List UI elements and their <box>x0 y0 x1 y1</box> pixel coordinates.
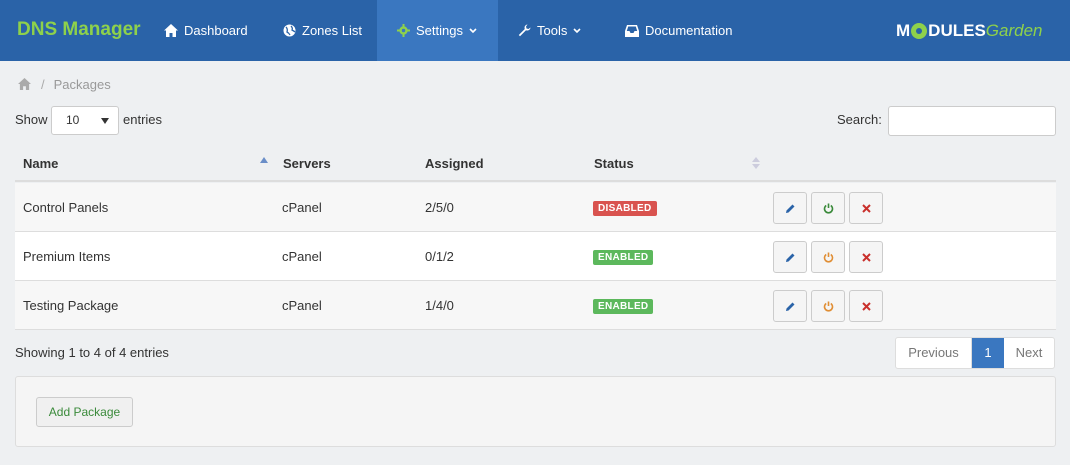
nav-zones-list-label: Zones List <box>302 23 362 38</box>
column-header-assigned[interactable]: Assigned <box>425 156 484 171</box>
actions-panel: Add Package <box>15 376 1056 447</box>
top-navbar: DNS Manager Dashboard Zones List Setting… <box>0 0 1070 61</box>
nav-settings-label: Settings <box>416 23 463 38</box>
breadcrumb-current: Packages <box>53 76 111 92</box>
nav-documentation-label: Documentation <box>645 23 733 38</box>
pagination-previous[interactable]: Previous <box>896 338 972 368</box>
status-badge: ENABLED <box>593 299 654 314</box>
nav-documentation[interactable]: Documentation <box>625 0 732 61</box>
nav-settings[interactable]: Settings <box>377 0 498 61</box>
entries-label: entries <box>123 112 163 127</box>
package-servers: cPanel <box>282 249 322 264</box>
package-servers: cPanel <box>282 298 322 313</box>
delete-button[interactable] <box>849 290 883 322</box>
disable-button[interactable] <box>811 241 845 273</box>
table-header: Name Servers Assigned Status <box>15 145 1056 182</box>
home-icon[interactable] <box>18 78 31 90</box>
home-icon <box>164 24 178 37</box>
column-header-name[interactable]: Name <box>23 156 58 171</box>
table-info: Showing 1 to 4 of 4 entries <box>15 345 169 360</box>
power-icon <box>823 203 833 213</box>
edit-button[interactable] <box>773 290 807 322</box>
status-badge: ENABLED <box>593 250 654 265</box>
nav-tools[interactable]: Tools <box>518 0 587 61</box>
close-icon <box>861 301 871 311</box>
nav-dashboard-label: Dashboard <box>184 23 248 38</box>
edit-button[interactable] <box>773 241 807 273</box>
disable-button[interactable] <box>811 290 845 322</box>
package-name: Testing Package <box>23 298 119 313</box>
column-header-status[interactable]: Status <box>594 156 634 171</box>
close-icon <box>861 203 871 213</box>
breadcrumb-separator: / <box>41 76 45 92</box>
chevron-down-icon <box>573 27 581 33</box>
package-name: Control Panels <box>23 200 109 215</box>
enable-button[interactable] <box>811 192 845 224</box>
edit-button[interactable] <box>773 192 807 224</box>
package-assigned: 0/1/2 <box>425 249 454 264</box>
search-label: Search: <box>837 112 882 127</box>
sort-ascending-icon[interactable] <box>260 157 268 163</box>
table-row: Premium Items cPanel 0/1/2 ENABLED <box>15 232 1056 281</box>
chevron-down-icon <box>469 27 477 33</box>
gear-icon <box>397 24 410 37</box>
modulesgarden-logo: M DULES Garden <box>896 21 1043 40</box>
nav-zones-list[interactable]: Zones List <box>283 0 362 61</box>
pagination-page[interactable]: 1 <box>972 338 1004 368</box>
pencil-icon <box>785 302 794 311</box>
sort-icon[interactable] <box>752 157 760 171</box>
status-badge: DISABLED <box>593 201 657 216</box>
package-assigned: 1/4/0 <box>425 298 454 313</box>
search-input[interactable] <box>888 106 1056 136</box>
delete-button[interactable] <box>849 241 883 273</box>
globe-icon <box>283 24 296 37</box>
pagination-next[interactable]: Next <box>1004 338 1054 368</box>
power-icon <box>823 301 833 311</box>
package-name: Premium Items <box>23 249 111 264</box>
nav-tools-label: Tools <box>537 23 568 38</box>
close-icon <box>861 252 871 262</box>
entries-per-page-select[interactable]: 10 <box>51 106 119 135</box>
logo-gear-icon <box>911 23 928 39</box>
add-package-button[interactable]: Add Package <box>36 397 133 427</box>
package-assigned: 2/5/0 <box>425 200 454 215</box>
app-brand[interactable]: DNS Manager <box>17 19 141 41</box>
table-row: Control Panels cPanel 2/5/0 DISABLED <box>15 183 1056 232</box>
column-header-servers[interactable]: Servers <box>283 156 331 171</box>
power-icon <box>823 252 833 262</box>
wrench-icon <box>518 24 531 37</box>
nav-dashboard[interactable]: Dashboard <box>164 0 262 61</box>
table-row: Testing Package cPanel 1/4/0 ENABLED <box>15 281 1056 330</box>
inbox-icon <box>625 24 639 37</box>
caret-down-icon <box>101 118 109 124</box>
pagination: Previous 1 Next <box>895 337 1055 369</box>
entries-select-value: 10 <box>66 113 80 127</box>
breadcrumb: / Packages <box>18 75 111 93</box>
show-label: Show <box>15 112 48 127</box>
pencil-icon <box>785 204 794 213</box>
package-servers: cPanel <box>282 200 322 215</box>
pencil-icon <box>785 253 794 262</box>
delete-button[interactable] <box>849 192 883 224</box>
